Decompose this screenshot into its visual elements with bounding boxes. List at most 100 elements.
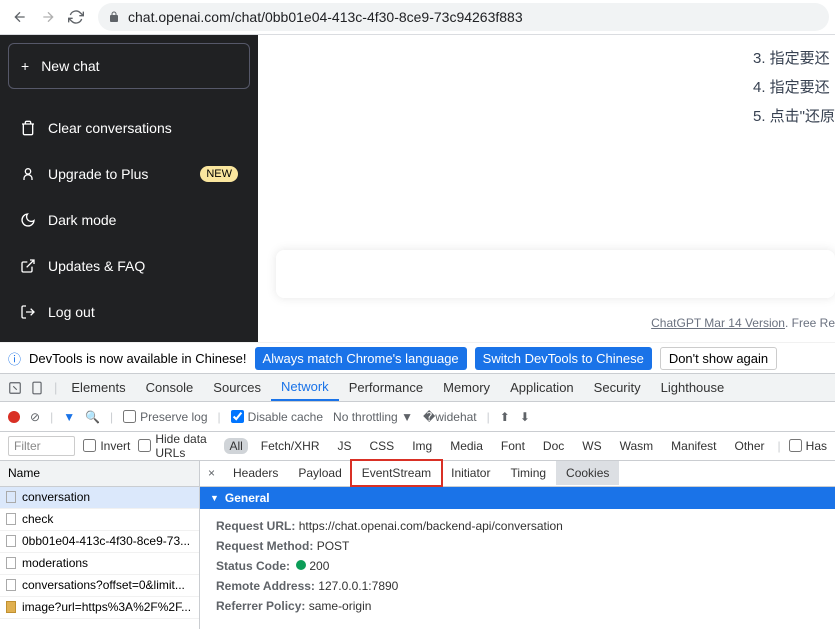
- request-item[interactable]: image?url=https%3A%2F%2F...: [0, 597, 199, 619]
- request-item[interactable]: conversation: [0, 487, 199, 509]
- new-chat-label: New chat: [41, 58, 99, 74]
- filter-type-css[interactable]: CSS: [365, 438, 400, 454]
- trash-icon: [20, 120, 36, 136]
- gen-value: https://chat.openai.com/backend-api/conv…: [299, 519, 563, 533]
- preserve-log-checkbox[interactable]: Preserve log: [123, 410, 207, 424]
- device-icon[interactable]: [28, 379, 46, 397]
- hide-data-checkbox[interactable]: Hide data URLs: [138, 432, 216, 460]
- sidebar-item-logout[interactable]: Log out: [8, 290, 250, 334]
- gen-label: Request Method:: [216, 539, 313, 553]
- url-bar[interactable]: chat.openai.com/chat/0bb01e04-413c-4f30-…: [98, 3, 829, 31]
- user-icon: [20, 166, 36, 182]
- gen-value: 127.0.0.1:7890: [318, 579, 398, 593]
- sidebar-item-clear-conversations[interactable]: Clear conversations: [8, 106, 250, 150]
- upload-icon[interactable]: ⬆: [500, 410, 510, 424]
- switch-chinese-button[interactable]: Switch DevTools to Chinese: [475, 347, 652, 370]
- status-dot-icon: [296, 560, 306, 570]
- detail-tab-initiator[interactable]: Initiator: [441, 461, 500, 485]
- banner-text: DevTools is now available in Chinese!: [29, 351, 247, 366]
- general-header[interactable]: General: [200, 487, 835, 509]
- sidebar-item-label: Dark mode: [48, 212, 116, 228]
- filter-icon[interactable]: ▼: [63, 410, 75, 424]
- detail-tab-payload[interactable]: Payload: [288, 461, 351, 485]
- chat-input[interactable]: [276, 250, 835, 298]
- filter-type-wasm[interactable]: Wasm: [615, 438, 659, 454]
- gen-value: 200: [309, 559, 329, 573]
- request-item[interactable]: 0bb01e04-413c-4f30-8ce9-73...: [0, 531, 199, 553]
- list-item: 5. 点击"还原: [753, 105, 835, 126]
- filter-type-media[interactable]: Media: [445, 438, 488, 454]
- request-item[interactable]: moderations: [0, 553, 199, 575]
- detail-tab-cookies[interactable]: Cookies: [556, 461, 619, 485]
- tab-sources[interactable]: Sources: [203, 374, 271, 401]
- gen-label: Referrer Policy:: [216, 599, 305, 613]
- request-item[interactable]: check: [0, 509, 199, 531]
- detail-tab-headers[interactable]: Headers: [223, 461, 288, 485]
- wifi-icon[interactable]: �widehat: [423, 410, 477, 424]
- inspect-icon[interactable]: [6, 379, 24, 397]
- sidebar-item-label: Upgrade to Plus: [48, 166, 148, 182]
- throttling-select[interactable]: No throttling ▼: [333, 410, 413, 424]
- tab-lighthouse[interactable]: Lighthouse: [651, 374, 735, 401]
- filter-type-all[interactable]: All: [224, 438, 247, 454]
- back-button[interactable]: [6, 3, 34, 31]
- tab-elements[interactable]: Elements: [61, 374, 135, 401]
- download-icon[interactable]: ⬇: [520, 410, 530, 424]
- version-link[interactable]: ChatGPT Mar 14 Version: [651, 316, 785, 330]
- search-icon[interactable]: 🔍: [85, 410, 100, 424]
- external-icon: [20, 258, 36, 274]
- record-button[interactable]: [8, 411, 20, 423]
- new-chat-button[interactable]: + New chat: [8, 43, 250, 89]
- gen-value: same-origin: [309, 599, 372, 613]
- disable-cache-checkbox[interactable]: Disable cache: [231, 410, 323, 424]
- sidebar-item-label: Log out: [48, 304, 95, 320]
- filter-type-img[interactable]: Img: [407, 438, 437, 454]
- has-checkbox[interactable]: Has: [789, 439, 827, 453]
- detail-tab-eventstream[interactable]: EventStream: [352, 461, 441, 485]
- chatgpt-sidebar: + New chat Clear conversations Upgrade t…: [0, 35, 258, 342]
- filter-type-font[interactable]: Font: [496, 438, 530, 454]
- forward-button[interactable]: [34, 3, 62, 31]
- close-detail-button[interactable]: ×: [200, 466, 223, 480]
- sidebar-item-upgrade[interactable]: Upgrade to Plus NEW: [8, 152, 250, 196]
- sidebar-item-updates[interactable]: Updates & FAQ: [8, 244, 250, 288]
- logout-icon: [20, 304, 36, 320]
- filter-type-other[interactable]: Other: [730, 438, 770, 454]
- plus-icon: +: [21, 58, 29, 74]
- reload-button[interactable]: [62, 3, 90, 31]
- moon-icon: [20, 212, 36, 228]
- match-language-button[interactable]: Always match Chrome's language: [255, 347, 467, 370]
- lock-icon: [108, 11, 120, 23]
- tab-network[interactable]: Network: [271, 374, 339, 401]
- dont-show-button[interactable]: Don't show again: [660, 347, 777, 370]
- request-item[interactable]: conversations?offset=0&limit...: [0, 575, 199, 597]
- gen-label: Status Code:: [216, 559, 290, 573]
- request-list: Name conversation check 0bb01e04-413c-4f…: [0, 461, 200, 629]
- gen-label: Request URL:: [216, 519, 295, 533]
- invert-checkbox[interactable]: Invert: [83, 439, 130, 453]
- footer-text: ChatGPT Mar 14 Version. Free Re: [651, 316, 835, 330]
- detail-tab-timing[interactable]: Timing: [500, 461, 556, 485]
- sidebar-item-darkmode[interactable]: Dark mode: [8, 198, 250, 242]
- sidebar-item-label: Updates & FAQ: [48, 258, 145, 274]
- tab-application[interactable]: Application: [500, 374, 584, 401]
- request-list-header[interactable]: Name: [0, 461, 199, 487]
- list-item: 4. 指定要还: [753, 76, 835, 97]
- sidebar-item-label: Clear conversations: [48, 120, 172, 136]
- tab-memory[interactable]: Memory: [433, 374, 500, 401]
- url-text: chat.openai.com/chat/0bb01e04-413c-4f30-…: [128, 9, 523, 25]
- gen-value: POST: [317, 539, 350, 553]
- info-icon: ⓘ: [8, 349, 21, 368]
- gen-label: Remote Address:: [216, 579, 315, 593]
- filter-type-manifest[interactable]: Manifest: [666, 438, 721, 454]
- tab-security[interactable]: Security: [584, 374, 651, 401]
- tab-console[interactable]: Console: [136, 374, 204, 401]
- tab-performance[interactable]: Performance: [339, 374, 433, 401]
- chat-main: 3. 指定要还 4. 指定要还 5. 点击"还原 ChatGPT Mar 14 …: [258, 35, 835, 342]
- filter-type-ws[interactable]: WS: [577, 438, 606, 454]
- filter-input[interactable]: Filter: [8, 436, 75, 456]
- clear-button[interactable]: ⊘: [30, 410, 40, 424]
- filter-type-js[interactable]: JS: [332, 438, 356, 454]
- filter-type-doc[interactable]: Doc: [538, 438, 569, 454]
- filter-type-fetchxhr[interactable]: Fetch/XHR: [256, 438, 325, 454]
